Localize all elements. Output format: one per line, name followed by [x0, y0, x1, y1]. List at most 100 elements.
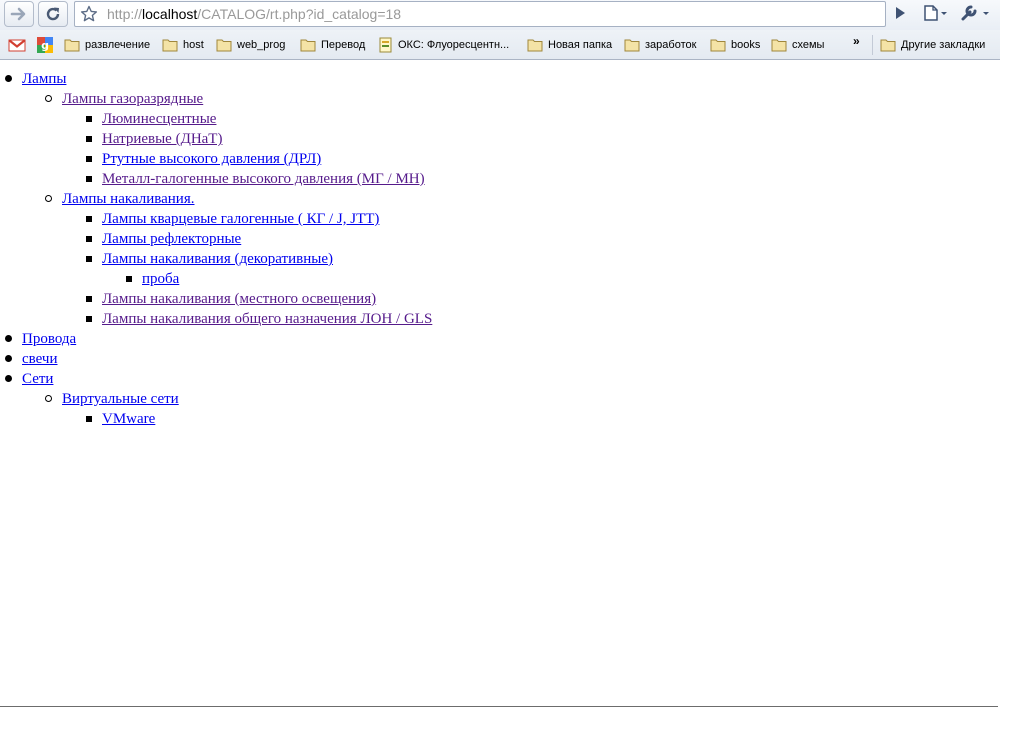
catalog-link-fluorescent[interactable]: Люминесцентные [102, 111, 216, 127]
page-content: Лампы Лампы газоразрядные Люминесцентные… [0, 61, 998, 706]
bullet-square [86, 176, 92, 182]
list-item: Лампы рефлекторные [0, 229, 998, 249]
list-item: Провода [0, 329, 998, 349]
bookmark-label: Новая папка [548, 39, 613, 51]
list-item: Ртутные высокого давления (ДРЛ) [0, 149, 998, 169]
browser-toolbar: http://localhost/CATALOG/rt.php?id_catal… [0, 0, 1000, 30]
catalog-link-wires[interactable]: Провода [22, 331, 76, 347]
bookmark-label: схемы [792, 39, 825, 51]
bookmark-oks[interactable]: ОКС: Флуоресцентн... [379, 37, 509, 53]
bookmark-folder-web-prog[interactable]: web_prog [216, 37, 285, 53]
catalog-link-quartz-halogen[interactable]: Лампы кварцевые галогенные ( КГ / J, JTT… [102, 211, 379, 227]
folder-icon [710, 39, 726, 52]
list-item: Лампы газоразрядные [0, 89, 998, 109]
gmail-icon [8, 39, 26, 52]
list-item: Лампы накаливания (местного освещения) [0, 289, 998, 309]
reload-button[interactable] [38, 1, 68, 27]
url-host: localhost [142, 6, 198, 22]
bullet-square [86, 256, 92, 262]
bookmark-label: ОКС: Флуоресцентн... [398, 39, 510, 51]
catalog-link-mercury[interactable]: Ртутные высокого давления (ДРЛ) [102, 151, 321, 167]
bullet-square [86, 216, 92, 222]
list-item: Лампы накаливания. [0, 189, 998, 209]
other-bookmarks-folder[interactable]: Другие закладки [880, 37, 985, 53]
bullet-square [86, 416, 92, 422]
catalog-tree: Лампы Лампы газоразрядные Люминесцентные… [0, 69, 998, 429]
catalog-link-reflector[interactable]: Лампы рефлекторные [102, 231, 241, 247]
catalog-link-gas-discharge[interactable]: Лампы газоразрядные [62, 91, 203, 107]
list-item: Лампы кварцевые галогенные ( КГ / J, JTT… [0, 209, 998, 229]
bookmark-label: host [183, 39, 204, 51]
list-item: свечи [0, 349, 998, 369]
bullet-square [86, 156, 92, 162]
reload-icon [46, 7, 60, 21]
catalog-link-networks[interactable]: Сети [22, 371, 53, 387]
gmail-bookmark[interactable] [8, 37, 31, 53]
catalog-link-virtual-networks[interactable]: Виртуальные сети [62, 391, 179, 407]
google-bookmark[interactable]: g [37, 37, 58, 53]
folder-icon [771, 39, 787, 52]
list-item: Сети [0, 369, 998, 389]
list-item: проба [0, 269, 998, 289]
catalog-link-general[interactable]: Лампы накаливания общего назначения ЛОН … [102, 311, 432, 327]
forward-button[interactable] [4, 1, 34, 27]
bottom-divider [0, 706, 998, 707]
bookmarks-separator [872, 35, 873, 55]
bullet-circle [45, 395, 52, 402]
catalog-link-decorative[interactable]: Лампы накаливания (декоративные) [102, 251, 333, 267]
page-favicon-icon [379, 37, 392, 53]
star-icon[interactable] [80, 5, 98, 27]
list-item: Виртуальные сети [0, 389, 998, 409]
bookmark-label: развлечение [85, 39, 151, 51]
catalog-link-test[interactable]: проба [142, 271, 179, 287]
bookmark-folder-books[interactable]: books [710, 37, 760, 53]
address-bar[interactable]: http://localhost/CATALOG/rt.php?id_catal… [74, 1, 886, 27]
folder-icon [216, 39, 232, 52]
bullet-square [126, 276, 132, 282]
list-item: VMware [0, 409, 998, 429]
list-item: Лампы [0, 69, 998, 89]
list-item: Металл-галогенные высокого давления (МГ … [0, 169, 998, 189]
folder-icon [300, 39, 316, 52]
google-icon: g [37, 37, 53, 53]
bookmark-folder-earnings[interactable]: заработок [624, 37, 696, 53]
settings-menu-button[interactable] [960, 4, 990, 22]
folder-icon [64, 39, 80, 52]
bookmark-folder-translation[interactable]: Перевод [300, 37, 365, 53]
bullet-square [86, 116, 92, 122]
catalog-link-vmware[interactable]: VMware [102, 411, 155, 427]
folder-icon [527, 39, 543, 52]
folder-icon [624, 39, 640, 52]
catalog-link-local-light[interactable]: Лампы накаливания (местного освещения) [102, 291, 376, 307]
catalog-link-candles[interactable]: свечи [22, 351, 58, 367]
bookmark-folder-new-folder[interactable]: Новая папка [527, 37, 612, 53]
bullet-circle [45, 195, 52, 202]
bookmark-folder-schemes[interactable]: схемы [771, 37, 824, 53]
bullet-disc [5, 335, 12, 342]
catalog-link-lamps[interactable]: Лампы [22, 71, 66, 87]
bullet-square [86, 316, 92, 322]
page-menu-button[interactable] [922, 4, 948, 22]
page-action-button[interactable] [893, 4, 907, 22]
url-prefix: http:// [107, 6, 143, 22]
bookmark-label: Другие закладки [901, 39, 986, 51]
bookmark-folder-host[interactable]: host [162, 37, 204, 53]
address-url: http://localhost/CATALOG/rt.php?id_catal… [107, 6, 401, 22]
svg-text:g: g [41, 39, 49, 52]
catalog-link-metal-halide[interactable]: Металл-галогенные высокого давления (МГ … [102, 171, 425, 187]
catalog-link-sodium[interactable]: Натриевые (ДНаТ) [102, 131, 222, 147]
play-icon [896, 7, 905, 19]
list-item: Лампы накаливания общего назначения ЛОН … [0, 309, 998, 329]
bookmark-folder-entertainment[interactable]: развлечение [64, 37, 150, 53]
bookmark-label: web_prog [237, 39, 286, 51]
bookmark-label: заработок [645, 39, 697, 51]
bullet-disc [5, 355, 12, 362]
page-icon [924, 5, 947, 21]
catalog-link-incandescent[interactable]: Лампы накаливания. [62, 191, 194, 207]
bullet-disc [5, 375, 12, 382]
bookmarks-overflow-button[interactable]: » [853, 34, 860, 48]
bookmark-label: books [731, 39, 761, 51]
bullet-square [86, 136, 92, 142]
bookmark-label: Перевод [321, 39, 366, 51]
bullet-square [86, 236, 92, 242]
